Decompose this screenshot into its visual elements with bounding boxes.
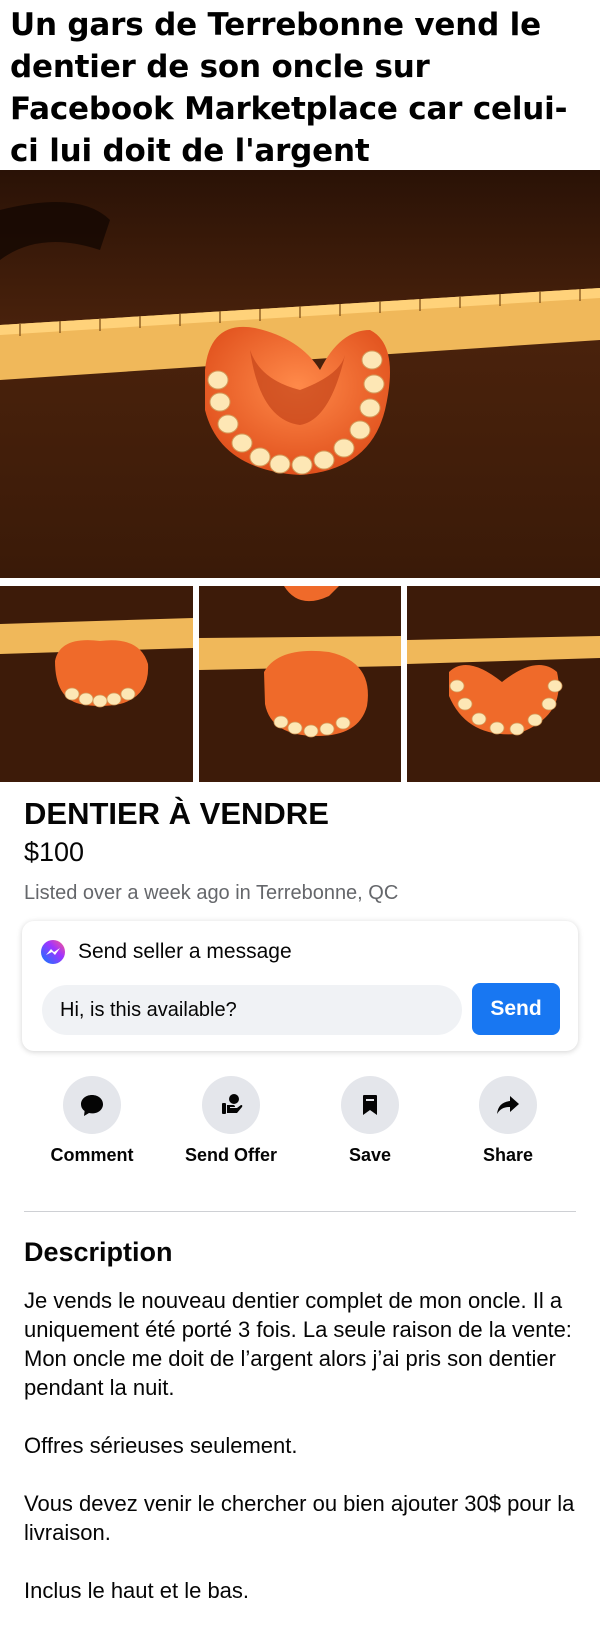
listing-meta: Listed over a week ago in Terrebonne, QC [24, 882, 399, 904]
message-input[interactable] [42, 985, 462, 1035]
description-body: Je vends le nouveau dentier complet de m… [24, 1286, 576, 1628]
thumbnail-photo-2[interactable] [199, 586, 401, 782]
save-button[interactable]: Save [305, 1076, 435, 1166]
description-paragraph: Offres sérieuses seulement. [24, 1433, 298, 1458]
save-label: Save [348, 1145, 392, 1165]
thumbnail-photo-1[interactable] [0, 586, 193, 782]
share-label: Share [482, 1145, 534, 1165]
share-button[interactable]: Share [443, 1076, 573, 1166]
bookmark-icon[interactable] [341, 1076, 399, 1134]
listing-title: DENTIER À VENDRE [24, 796, 329, 831]
description-heading: Description [24, 1237, 173, 1267]
comment-icon[interactable] [63, 1076, 121, 1134]
message-seller-label: Send seller a message [78, 940, 292, 963]
message-seller-card: Send seller a message Send [22, 921, 578, 1051]
send-offer-label: Send Offer [184, 1145, 277, 1165]
denture-thumbnail-illustration [0, 586, 193, 782]
main-listing-photo[interactable] [0, 170, 600, 578]
section-divider [24, 1211, 576, 1212]
denture-thumbnail-illustration [407, 586, 600, 782]
comment-button[interactable]: Comment [27, 1076, 157, 1166]
description-paragraph: Inclus le haut et le bas. [24, 1578, 250, 1603]
message-seller-header: Send seller a message [40, 939, 292, 965]
headline: Un gars de Terrebonne vend le dentier de… [10, 7, 568, 169]
description-paragraph: Vous devez venir le chercher ou bien ajo… [24, 1491, 575, 1545]
denture-thumbnail-illustration [199, 586, 401, 782]
messenger-icon [40, 939, 66, 965]
description-paragraph: Je vends le nouveau dentier complet de m… [24, 1288, 572, 1400]
denture-photo-illustration [0, 170, 600, 578]
offer-icon[interactable] [202, 1076, 260, 1134]
listing-price: $100 [24, 837, 85, 867]
send-offer-button[interactable]: Send Offer [166, 1076, 296, 1166]
comment-label: Comment [50, 1145, 134, 1165]
thumbnail-photo-3[interactable] [407, 586, 600, 782]
action-bar: Comment Send Offer Save Share [0, 1076, 600, 1186]
share-icon[interactable] [479, 1076, 537, 1134]
send-button[interactable]: Send [472, 983, 560, 1035]
